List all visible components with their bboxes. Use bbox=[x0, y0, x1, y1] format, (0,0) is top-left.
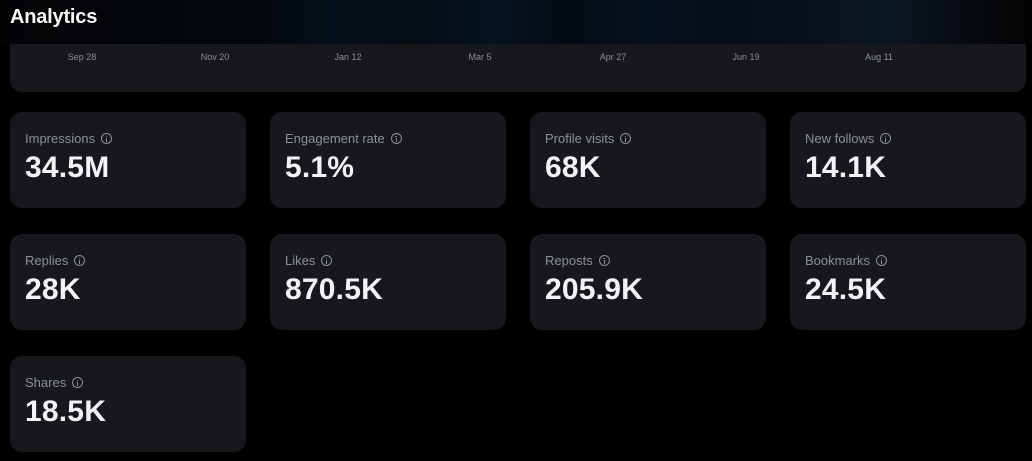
info-icon[interactable] bbox=[321, 255, 333, 266]
metric-value: 34.5M bbox=[25, 151, 110, 184]
metric-card-replies[interactable]: Replies 28K bbox=[10, 234, 246, 330]
metric-label-text: Likes bbox=[285, 253, 316, 268]
metric-label: Shares bbox=[25, 375, 84, 390]
metric-card-impressions[interactable]: Impressions 34.5M bbox=[10, 112, 246, 208]
analytics-page: Analytics Sep 28 Nov 20 Jan 12 Mar 5 Apr… bbox=[0, 0, 1032, 461]
metric-card-profile-visits[interactable]: Profile visits 68K bbox=[530, 112, 766, 208]
info-icon[interactable] bbox=[72, 377, 84, 388]
metric-label: Engagement rate bbox=[285, 131, 402, 146]
metric-label: Impressions bbox=[25, 131, 113, 146]
metric-value: 14.1K bbox=[805, 151, 887, 184]
info-icon[interactable] bbox=[598, 255, 610, 266]
metric-card-reposts[interactable]: Reposts 205.9K bbox=[530, 234, 766, 330]
metric-label-text: Engagement rate bbox=[285, 131, 385, 146]
metric-label-text: Bookmarks bbox=[805, 253, 871, 268]
info-icon[interactable] bbox=[101, 133, 113, 144]
metric-label: Likes bbox=[285, 253, 333, 268]
metric-card-bookmarks[interactable]: Bookmarks 24.5K bbox=[790, 234, 1026, 330]
metric-label-text: Shares bbox=[25, 375, 67, 390]
metric-label: New follows bbox=[805, 131, 892, 146]
metric-value: 68K bbox=[545, 151, 601, 184]
metric-label-text: Profile visits bbox=[545, 131, 615, 146]
info-icon[interactable] bbox=[390, 133, 402, 144]
metric-label-text: New follows bbox=[805, 131, 875, 146]
metric-card-engagement-rate[interactable]: Engagement rate 5.1% bbox=[270, 112, 506, 208]
info-icon[interactable] bbox=[876, 255, 888, 266]
page-title: Analytics bbox=[10, 6, 98, 28]
metric-label-text: Reposts bbox=[545, 253, 593, 268]
metric-card-shares[interactable]: Shares 18.5K bbox=[10, 356, 246, 452]
info-icon[interactable] bbox=[74, 255, 86, 266]
metric-value: 5.1% bbox=[285, 151, 355, 184]
info-icon[interactable] bbox=[620, 133, 632, 144]
metric-card-new-follows[interactable]: New follows 14.1K bbox=[790, 112, 1026, 208]
metric-value: 28K bbox=[25, 273, 81, 306]
metric-label: Profile visits bbox=[545, 131, 632, 146]
metrics-grid: Impressions 34.5M Engagement rate 5.1% P… bbox=[0, 0, 1032, 461]
metric-value: 24.5K bbox=[805, 273, 887, 306]
metric-label-text: Impressions bbox=[25, 131, 96, 146]
analytics-header: Analytics bbox=[0, 0, 1032, 44]
metric-label: Reposts bbox=[545, 253, 610, 268]
info-icon[interactable] bbox=[880, 133, 892, 144]
metric-label: Replies bbox=[25, 253, 86, 268]
metric-value: 205.9K bbox=[545, 273, 643, 306]
metric-label-text: Replies bbox=[25, 253, 69, 268]
metric-label: Bookmarks bbox=[805, 253, 888, 268]
metric-value: 870.5K bbox=[285, 273, 383, 306]
metric-card-likes[interactable]: Likes 870.5K bbox=[270, 234, 506, 330]
metric-value: 18.5K bbox=[25, 395, 107, 428]
